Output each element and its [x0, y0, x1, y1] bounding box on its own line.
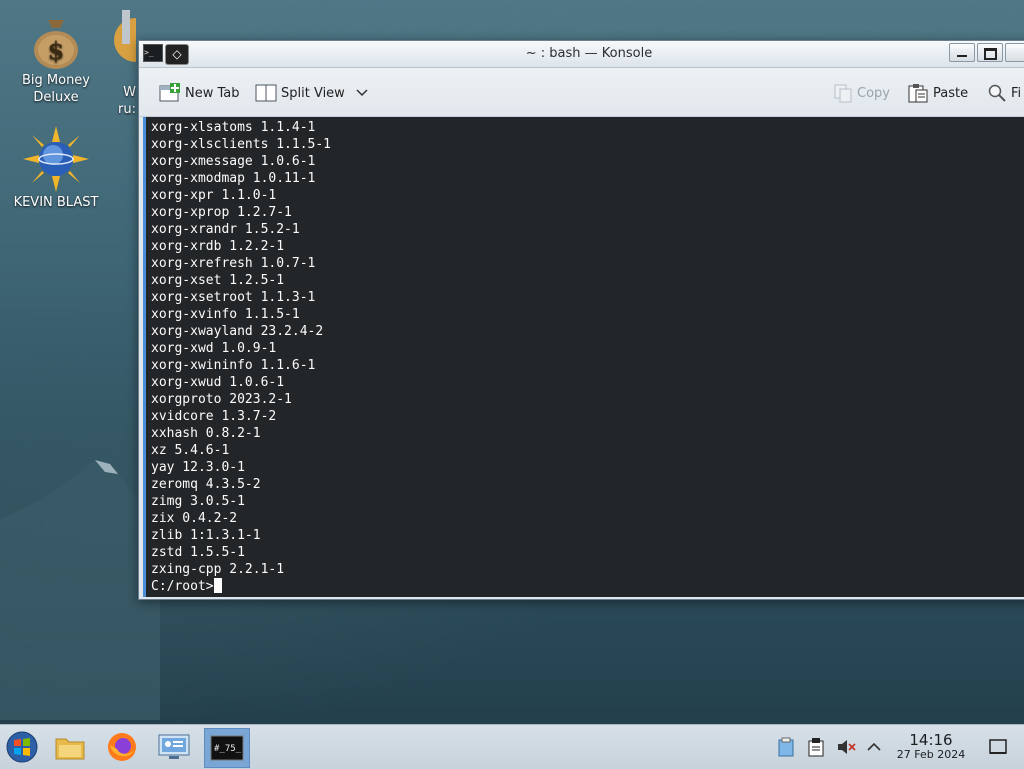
terminal-line: xz 5.4.6-1 [151, 443, 230, 458]
terminal-line: zimg 3.0.5-1 [151, 494, 245, 509]
terminal-line: xorg-xpr 1.1.0-1 [151, 188, 277, 203]
terminal-line: zstd 1.5.5-1 [151, 545, 245, 560]
terminal-output: xorg-xlsatoms 1.1.4-1 xorg-xlsclients 1.1… [151, 119, 1024, 595]
terminal-line: xorg-xmodmap 1.0.11-1 [151, 171, 316, 186]
terminal-line: xorg-xwud 1.0.6-1 [151, 375, 285, 390]
terminal-line: xorg-xlsclients 1.1.5-1 [151, 137, 332, 152]
search-icon [988, 84, 1006, 102]
desktop-icon-big-money-deluxe[interactable]: $ Big Money Deluxe [6, 14, 106, 106]
split-view-label: Split View [281, 85, 345, 101]
title-bar[interactable]: >_ ◇ ~ : bash — Konsole [139, 41, 1024, 68]
minimize-button[interactable] [949, 43, 975, 62]
konsole-taskbar-text: #_75_ [214, 744, 242, 754]
globe-sun-icon [23, 126, 89, 192]
desktop-icon-kevin-blast[interactable]: KEVIN BLAST [6, 126, 106, 211]
split-view-icon [255, 84, 277, 102]
notes-icon [808, 738, 824, 757]
copy-icon [834, 84, 852, 103]
chevron-down-icon [356, 89, 368, 97]
paste-button[interactable]: Paste [907, 82, 968, 104]
terminal-line: zeromq 4.3.5-2 [151, 477, 261, 492]
clock-date: 27 Feb 2024 [896, 748, 966, 761]
tray-clipboard[interactable] [776, 737, 796, 757]
terminal-line: xorg-xrefresh 1.0.7-1 [151, 256, 316, 271]
wallpaper-mountain [0, 460, 160, 720]
paste-label: Paste [933, 85, 969, 101]
desktop-icon-label: ru: [118, 102, 136, 117]
split-view-button[interactable]: Split View [255, 82, 369, 104]
chevron-up-icon [867, 742, 881, 751]
taskbar-system-settings[interactable] [154, 728, 194, 766]
svg-text:$: $ [48, 36, 65, 65]
maximize-button[interactable] [977, 43, 1003, 62]
tray-expand[interactable] [864, 737, 884, 757]
terminal-line: xorg-xrandr 1.5.2-1 [151, 222, 300, 237]
terminal-line: xorg-xprop 1.2.7-1 [151, 205, 292, 220]
terminal-line: xorg-xwayland 23.2.4-2 [151, 324, 324, 339]
copy-button[interactable]: Copy [833, 82, 890, 104]
paste-icon [908, 84, 928, 103]
clock-time[interactable]: 14:16 [896, 731, 966, 749]
folder-icon [55, 738, 85, 760]
money-bag-icon: $ [34, 20, 78, 69]
desktop-icon-label: Deluxe [33, 90, 79, 105]
find-label: Fi [1011, 85, 1022, 101]
volume-muted-icon [838, 740, 856, 754]
terminal-prompt-line: C:/root> [151, 578, 1024, 595]
window-title: ~ : bash — Konsole [525, 46, 653, 61]
start-menu-button[interactable] [2, 728, 42, 766]
system-settings-icon [158, 734, 190, 759]
new-tab-button[interactable]: New Tab [159, 82, 240, 104]
new-tab-label: New Tab [185, 85, 240, 101]
terminal-line: xorgproto 2023.2-1 [151, 392, 292, 407]
terminal-line: zix 0.4.2-2 [151, 511, 238, 526]
clipboard-icon [778, 737, 794, 757]
desktop-icon-label: Big Money [21, 73, 90, 88]
desktop-icon-label: W [123, 85, 136, 100]
terminal-line: xorg-xwd 1.0.9-1 [151, 341, 277, 356]
terminal-line: zxing-cpp 2.2.1-1 [151, 562, 285, 577]
terminal-line: xorg-xvinfo 1.1.5-1 [151, 307, 300, 322]
show-desktop-button[interactable] [988, 737, 1008, 757]
new-tab-icon [159, 83, 180, 102]
find-button[interactable]: Fi [987, 82, 1021, 104]
gear-app-icon [114, 10, 136, 62]
terminal-line: xorg-xwininfo 1.1.6-1 [151, 358, 316, 373]
copy-label: Copy [857, 85, 890, 101]
tray-volume[interactable] [836, 737, 856, 757]
firefox-icon [108, 733, 136, 761]
konsole-icon: #_75_ [210, 735, 244, 761]
show-desktop-icon [989, 739, 1007, 754]
terminal-line: xorg-xlsatoms 1.1.4-1 [151, 120, 316, 135]
terminal-line: yay 12.3.0-1 [151, 460, 245, 475]
terminal-view[interactable]: xorg-xlsatoms 1.1.4-1 xorg-xlsclients 1.1… [143, 117, 1024, 597]
terminal-line: xxhash 0.8.2-1 [151, 426, 261, 441]
taskbar-firefox[interactable] [102, 728, 142, 766]
konsole-window: >_ ◇ ~ : bash — Konsole New Tab Split Vi… [138, 40, 1024, 600]
terminal-line: xorg-xsetroot 1.1.3-1 [151, 290, 316, 305]
terminal-line: xorg-xmessage 1.0.6-1 [151, 154, 316, 169]
toolbar: New Tab Split View Copy Paste Fi [139, 68, 1024, 117]
taskbar-file-manager[interactable] [50, 728, 90, 766]
text-cursor [213, 578, 222, 593]
tray-notes[interactable] [806, 737, 826, 757]
desktop-icon-partial[interactable]: W ru: [92, 10, 136, 118]
terminal-line: xorg-xset 1.2.5-1 [151, 273, 285, 288]
desktop-icon-label: KEVIN BLAST [13, 195, 99, 210]
terminal-line: xorg-xrdb 1.2.2-1 [151, 239, 285, 254]
taskbar: #_75_ [0, 724, 1024, 769]
terminal-line: xvidcore 1.3.7-2 [151, 409, 277, 424]
taskbar-konsole[interactable]: #_75_ [204, 728, 250, 768]
close-button[interactable] [1005, 43, 1024, 62]
terminal-line: zlib 1:1.3.1-1 [151, 528, 261, 543]
terminal-prompt: C:/root> [151, 579, 214, 594]
start-menu-icon [6, 731, 38, 763]
